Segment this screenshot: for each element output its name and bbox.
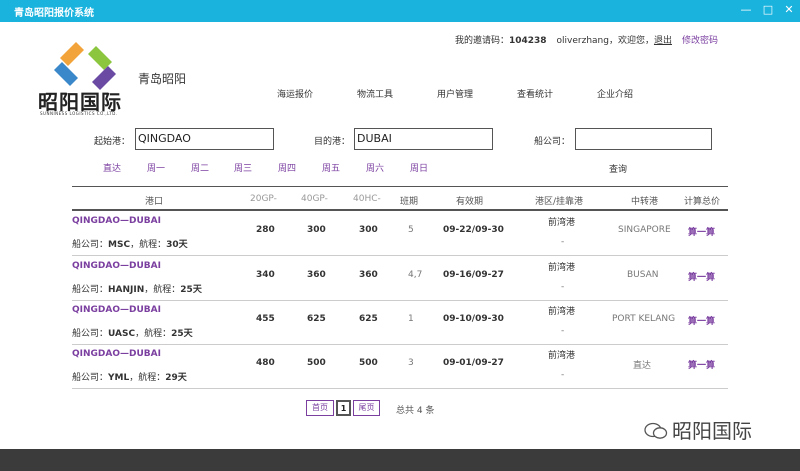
watermark-text: 昭阳国际 xyxy=(672,419,752,443)
carrier-name: UASC xyxy=(108,329,136,339)
carrier-input[interactable] xyxy=(575,128,712,150)
day-filter-tue[interactable]: 周二 xyxy=(191,161,209,174)
transit-port: BUSAN xyxy=(627,270,659,280)
nav-logistics-tools[interactable]: 物流工具 xyxy=(357,87,393,100)
col-20gp: 20GP- xyxy=(250,194,277,204)
table-row: QINGDAO—DUBAI 船公司：YML，航程：29天 480 500 500 3 09-… xyxy=(72,345,728,389)
day-filter-thu[interactable]: 周四 xyxy=(278,161,296,174)
day-filter-mon[interactable]: 周一 xyxy=(147,161,165,174)
greeting: oliverzhang，欢迎您， xyxy=(556,36,654,46)
calc-link[interactable]: 算一算 xyxy=(688,225,715,238)
voyage-prefix: ，航程： xyxy=(144,285,181,295)
nav-freight-quote[interactable]: 海运报价 xyxy=(277,87,313,100)
day-filter-sat[interactable]: 周六 xyxy=(366,161,384,174)
transit-port: PORT KELANG xyxy=(612,314,676,324)
user-bar: 我的邀请码：104238 oliverzhang，欢迎您，退出 修改密码 xyxy=(455,33,718,46)
logout-link[interactable]: 退出 xyxy=(654,36,672,46)
voyage-prefix: ，航程： xyxy=(129,373,166,383)
voyage-days: 25天 xyxy=(171,329,193,339)
col-schedule: 班期 xyxy=(400,197,419,207)
call-port: - xyxy=(561,326,565,336)
current-page[interactable]: 1 xyxy=(336,400,351,416)
col-calc: 计算总价 xyxy=(684,197,721,207)
invite-label: 我的邀请码： xyxy=(454,36,509,46)
logo-subtext: SUNNINESS LOGISTICS CO.,LTD. xyxy=(40,111,118,116)
minimize-icon[interactable]: — xyxy=(738,2,754,18)
maximize-icon[interactable]: □ xyxy=(760,2,776,18)
carrier-name: HANJIN xyxy=(108,285,145,295)
call-port: - xyxy=(561,282,565,292)
change-password-link[interactable]: 修改密码 xyxy=(682,36,718,46)
voyage-prefix: ，航程： xyxy=(135,329,172,339)
voyage-prefix: ，航程： xyxy=(130,240,167,250)
transit-port: 直达 xyxy=(633,361,652,371)
calc-link[interactable]: 算一算 xyxy=(688,314,715,327)
carrier-label: 船公司： xyxy=(534,137,571,147)
nav-statistics[interactable]: 查看统计 xyxy=(517,87,553,100)
carrier-info: 船公司：UASC，航程：25天 xyxy=(72,326,193,339)
calc-link[interactable]: 算一算 xyxy=(688,270,715,283)
calc-link[interactable]: 算一算 xyxy=(688,358,715,371)
table-header: 港口 20GP- 40GP- 40HC- 班期 有效期 港区/挂靠港 中转港 计… xyxy=(72,186,728,211)
col-port-area: 港区/挂靠港 xyxy=(535,197,584,207)
voyage-days: 30天 xyxy=(166,240,188,250)
table-row: QINGDAO—DUBAI 船公司：MSC，航程：30天 280 300 300 5 09-… xyxy=(72,212,728,256)
carrier-prefix: 船公司： xyxy=(72,329,109,339)
col-validity: 有效期 xyxy=(456,197,484,207)
bottom-bar xyxy=(0,449,800,471)
table-row: QINGDAO—DUBAI 船公司：HANJIN，航程：25天 340 360 360 4… xyxy=(72,257,728,301)
carrier-prefix: 船公司： xyxy=(72,373,109,383)
first-page-button[interactable]: 首页 xyxy=(306,400,334,416)
voyage-days: 25天 xyxy=(180,285,202,295)
carrier-prefix: 船公司： xyxy=(72,285,109,295)
carrier-name: MSC xyxy=(108,240,131,250)
company-name: 青岛昭阳 xyxy=(138,72,187,86)
voyage-days: 29天 xyxy=(165,373,187,383)
nav-user-management[interactable]: 用户管理 xyxy=(437,87,473,100)
close-icon[interactable]: ✕ xyxy=(781,2,797,18)
nav-company-intro[interactable]: 企业介绍 xyxy=(597,87,633,100)
col-port: 港口 xyxy=(145,197,164,207)
origin-label: 起始港： xyxy=(94,137,131,147)
last-page-button[interactable]: 尾页 xyxy=(353,400,380,416)
title-bar: 青岛昭阳报价系统 — □ ✕ xyxy=(0,0,800,22)
total-count: 总共 4 条 xyxy=(396,406,435,416)
window-title: 青岛昭阳报价系统 xyxy=(14,8,94,19)
col-40hc: 40HC- xyxy=(353,194,381,204)
table-row: QINGDAO—DUBAI 船公司：UASC，航程：25天 455 625 625 1 09… xyxy=(72,301,728,345)
destination-input[interactable]: DUBAI xyxy=(354,128,493,150)
destination-label: 目的港： xyxy=(314,137,351,147)
col-transit: 中转港 xyxy=(631,197,659,207)
carrier-info: 船公司：YML，航程：29天 xyxy=(72,370,187,383)
wechat-icon xyxy=(644,422,668,439)
transit-port: SINGAPORE xyxy=(618,225,671,235)
carrier-prefix: 船公司： xyxy=(72,240,109,250)
call-port: - xyxy=(561,237,565,247)
day-filter-wed[interactable]: 周三 xyxy=(234,161,252,174)
carrier-name: YML xyxy=(108,373,130,383)
watermark: 昭阳国际 xyxy=(644,415,752,444)
origin-input[interactable]: QINGDAO xyxy=(135,128,274,150)
day-filter-sun[interactable]: 周日 xyxy=(410,161,428,174)
col-40gp: 40GP- xyxy=(301,194,328,204)
carrier-info: 船公司：MSC，航程：30天 xyxy=(72,237,188,250)
day-filter-direct[interactable]: 直达 xyxy=(103,161,121,174)
invite-code: 104238 xyxy=(508,36,547,46)
day-filter-fri[interactable]: 周五 xyxy=(322,161,340,174)
query-button[interactable]: 查询 xyxy=(609,162,627,175)
call-port: - xyxy=(561,370,565,380)
carrier-info: 船公司：HANJIN，航程：25天 xyxy=(72,282,202,295)
